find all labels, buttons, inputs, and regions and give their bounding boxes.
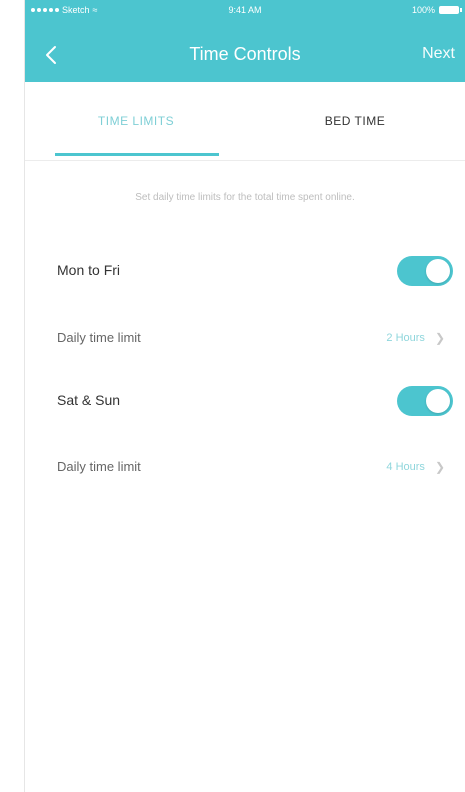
status-time: 9:41 AM (228, 5, 262, 15)
weekdays-label: Mon to Fri (57, 262, 121, 278)
weekdays-limit-row[interactable]: Daily time limit 2 Hours ❯ (25, 318, 465, 358)
status-bar: Sketch ≈ 9:41 AM 100% (25, 0, 465, 22)
toggle-knob (426, 389, 450, 413)
weekend-toggle[interactable] (397, 386, 453, 416)
battery-percent: 100% (411, 5, 435, 15)
next-button[interactable]: Next (422, 45, 455, 63)
weekend-limit-row[interactable]: Daily time limit 4 Hours ❯ (25, 447, 465, 487)
weekdays-limit-value[interactable]: 2 Hours ❯ (386, 331, 445, 345)
chevron-right-icon: ❯ (434, 331, 445, 345)
weekdays-toggle[interactable] (397, 256, 453, 286)
description-text: Set daily time limits for the total time… (135, 192, 355, 203)
battery-status: 100% (411, 5, 462, 15)
weekdays-row: Mon to Fri (25, 250, 465, 290)
weekend-limit-value[interactable]: 4 Hours ❯ (386, 460, 445, 474)
chevron-right-icon: ❯ (434, 460, 445, 474)
page-title: Time Controls (189, 44, 301, 64)
tab-time-limits[interactable]: TIME LIMITS (53, 82, 219, 160)
weekdays-limit-value-text: 2 Hours (386, 332, 425, 344)
tab-bed-time[interactable]: BED TIME (275, 82, 435, 160)
weekend-limit-label: Daily time limit (57, 459, 141, 474)
header: Sketch ≈ 9:41 AM 100% Time Controls Next (25, 0, 465, 82)
active-tab-indicator (55, 153, 219, 156)
weekdays-limit-label: Daily time limit (57, 330, 141, 345)
battery-icon (439, 6, 462, 14)
phone-screen: Sketch ≈ 9:41 AM 100% Time Controls Next… (25, 0, 465, 792)
tab-bar: TIME LIMITS BED TIME (25, 82, 465, 161)
weekend-limit-value-text: 4 Hours (386, 461, 425, 473)
toggle-knob (426, 259, 450, 283)
weekend-row: Sat & Sun (25, 380, 465, 420)
weekend-label: Sat & Sun (57, 392, 121, 408)
